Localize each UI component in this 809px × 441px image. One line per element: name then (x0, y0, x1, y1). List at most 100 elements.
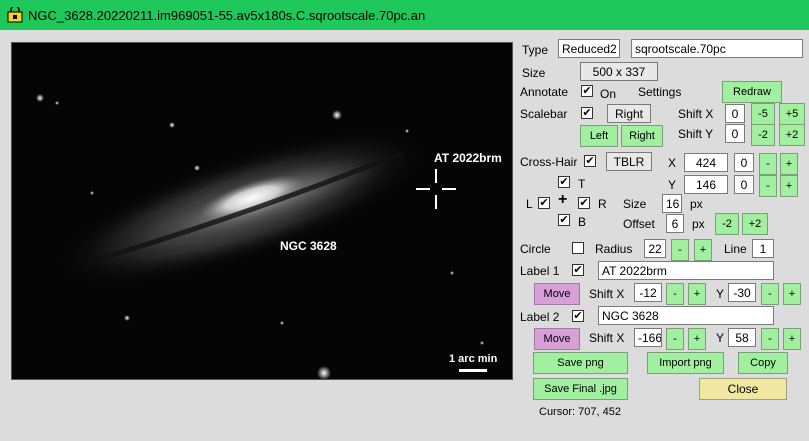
crosshair-offset-plus-button[interactable]: +2 (742, 213, 768, 235)
scalebar-shift-y-field[interactable]: 0 (725, 124, 745, 143)
crosshair-x-step-field[interactable]: 0 (734, 153, 754, 172)
crosshair-y-label: Y (668, 178, 677, 192)
crosshair-mode-field[interactable]: TBLR (606, 152, 652, 171)
crosshair-checkbox[interactable]: ✔ (584, 155, 596, 167)
scalebar-shift-x-plus5-button[interactable]: +5 (779, 103, 805, 125)
circle-line-field[interactable]: 1 (752, 239, 774, 258)
crosshair-size-label: Size (623, 197, 647, 211)
scalebar-left-button[interactable]: Left (580, 125, 618, 147)
label1-shift-x-field[interactable]: -12 (634, 283, 662, 302)
annotate-label: Annotate (520, 85, 569, 99)
window-title: NGC_3628.20220211.im969051-55.av5x180s.C… (28, 8, 426, 23)
crosshair-y-plus-button[interactable]: + (780, 175, 798, 197)
scalebar-shift-y-label: Shift Y (678, 127, 714, 141)
crosshair-center-icon: + (558, 191, 568, 208)
title-bar: NGC_3628.20220211.im969051-55.av5x180s.C… (0, 0, 809, 30)
label2-text-field[interactable]: NGC 3628 (598, 306, 774, 325)
crosshair-label: Cross-Hair (520, 155, 578, 169)
scalebar-checkbox[interactable]: ✔ (581, 107, 593, 119)
circle-radius-field[interactable]: 22 (644, 239, 666, 258)
crosshair-x-field[interactable]: 424 (684, 153, 728, 172)
crosshair-bottom-label: B (578, 215, 587, 229)
label1-y-minus-button[interactable]: - (761, 283, 779, 305)
crosshair-bottom-checkbox[interactable]: ✔ (558, 214, 570, 226)
close-button[interactable]: Close (699, 378, 787, 400)
settings-label: Settings (638, 85, 682, 99)
label1-shift-x-plus-button[interactable]: + (688, 283, 706, 305)
crosshair-offset-unit: px (692, 217, 705, 231)
circle-checkbox[interactable] (572, 242, 584, 254)
scalebar-shift-x-minus5-button[interactable]: -5 (751, 103, 775, 125)
scalebar-shift-y-minus2-button[interactable]: -2 (751, 124, 775, 146)
label2-y-plus-button[interactable]: + (783, 328, 801, 350)
save-final-jpg-button[interactable]: Save Final .jpg (533, 378, 628, 400)
scalebar-label: Scalebar (520, 107, 568, 121)
circle-label: Circle (520, 242, 551, 256)
circle-radius-plus-button[interactable]: + (694, 239, 712, 261)
label1-shift-x-label: Shift X (589, 287, 625, 301)
annotate-checkbox[interactable]: ✔ (581, 85, 593, 97)
label2-y-field[interactable]: 58 (728, 328, 756, 347)
label1-shift-x-minus-button[interactable]: - (666, 283, 684, 305)
galaxy-image (12, 43, 512, 379)
crosshair-size-field[interactable]: 16 (662, 194, 682, 213)
type-field[interactable]: Reduced2 (558, 39, 620, 58)
size-value: 500 x 337 (580, 62, 658, 81)
scale-field[interactable]: sqrootscale.70pc (631, 39, 803, 58)
crosshair-x-minus-button[interactable]: - (759, 153, 777, 175)
scalebar-shift-x-field[interactable]: 0 (725, 104, 745, 123)
crosshair-offset-label: Offset (623, 217, 655, 231)
crosshair-size-unit: px (690, 197, 703, 211)
crosshair-y-field[interactable]: 146 (684, 175, 728, 194)
app-icon (7, 7, 23, 23)
crosshair-left-checkbox[interactable]: ✔ (538, 197, 550, 209)
scalebar-text: 1 arc min (449, 353, 498, 365)
crosshair-offset-minus-button[interactable]: -2 (715, 213, 739, 235)
label1-y-plus-button[interactable]: + (783, 283, 801, 305)
label2-move-button[interactable]: Move (534, 328, 580, 350)
label1-move-button[interactable]: Move (534, 283, 580, 305)
crosshair-left-label: L (526, 197, 533, 211)
redraw-button[interactable]: Redraw (722, 81, 782, 103)
label2-shift-x-label: Shift X (589, 331, 625, 345)
size-label: Size (522, 66, 546, 80)
label2-shift-x-minus-button[interactable]: - (666, 328, 684, 350)
crosshair-x-plus-button[interactable]: + (780, 153, 798, 175)
annotate-on-label: On (600, 87, 617, 101)
save-png-button[interactable]: Save png (533, 352, 628, 374)
crosshair-right-label: R (598, 197, 607, 211)
crosshair-top-checkbox[interactable]: ✔ (558, 176, 570, 188)
label2-shift-x-field[interactable]: -166 (634, 328, 662, 347)
circle-line-label: Line (724, 242, 747, 256)
import-png-button[interactable]: Import png (647, 352, 724, 374)
image-label-at2022brm: AT 2022brm (434, 151, 502, 165)
label2-checkbox[interactable]: ✔ (572, 310, 584, 322)
label1-y-field[interactable]: -30 (728, 283, 756, 302)
circle-radius-label: Radius (595, 242, 633, 256)
crosshair-x-label: X (668, 156, 677, 170)
crosshair-offset-field[interactable]: 6 (666, 214, 684, 233)
crosshair-y-minus-button[interactable]: - (759, 175, 777, 197)
scalebar-line (459, 369, 487, 372)
type-label: Type (522, 43, 549, 57)
scalebar-shift-x-label: Shift X (678, 107, 714, 121)
galaxy-image-panel[interactable]: AT 2022brm NGC 3628 1 arc min (11, 42, 513, 380)
label1-checkbox[interactable]: ✔ (572, 264, 584, 276)
circle-radius-minus-button[interactable]: - (671, 239, 689, 261)
label1-text-field[interactable]: AT 2022brm (598, 261, 774, 280)
scalebar-right-button[interactable]: Right (621, 125, 663, 147)
crosshair-right-checkbox[interactable]: ✔ (578, 197, 590, 209)
scalebar-position-field[interactable]: Right (607, 104, 651, 123)
cursor-status: Cursor: 707, 452 (539, 406, 621, 418)
copy-button[interactable]: Copy (738, 352, 788, 374)
label1-y-label: Y (716, 287, 725, 301)
label2-y-minus-button[interactable]: - (761, 328, 779, 350)
crosshair-top-label: T (578, 177, 586, 191)
image-label-ngc3628: NGC 3628 (280, 239, 337, 253)
label2-label: Label 2 (520, 310, 560, 324)
label1-label: Label 1 (520, 264, 560, 278)
crosshair-y-step-field[interactable]: 0 (734, 175, 754, 194)
label2-y-label: Y (716, 331, 725, 345)
label2-shift-x-plus-button[interactable]: + (688, 328, 706, 350)
scalebar-shift-y-plus2-button[interactable]: +2 (779, 124, 805, 146)
